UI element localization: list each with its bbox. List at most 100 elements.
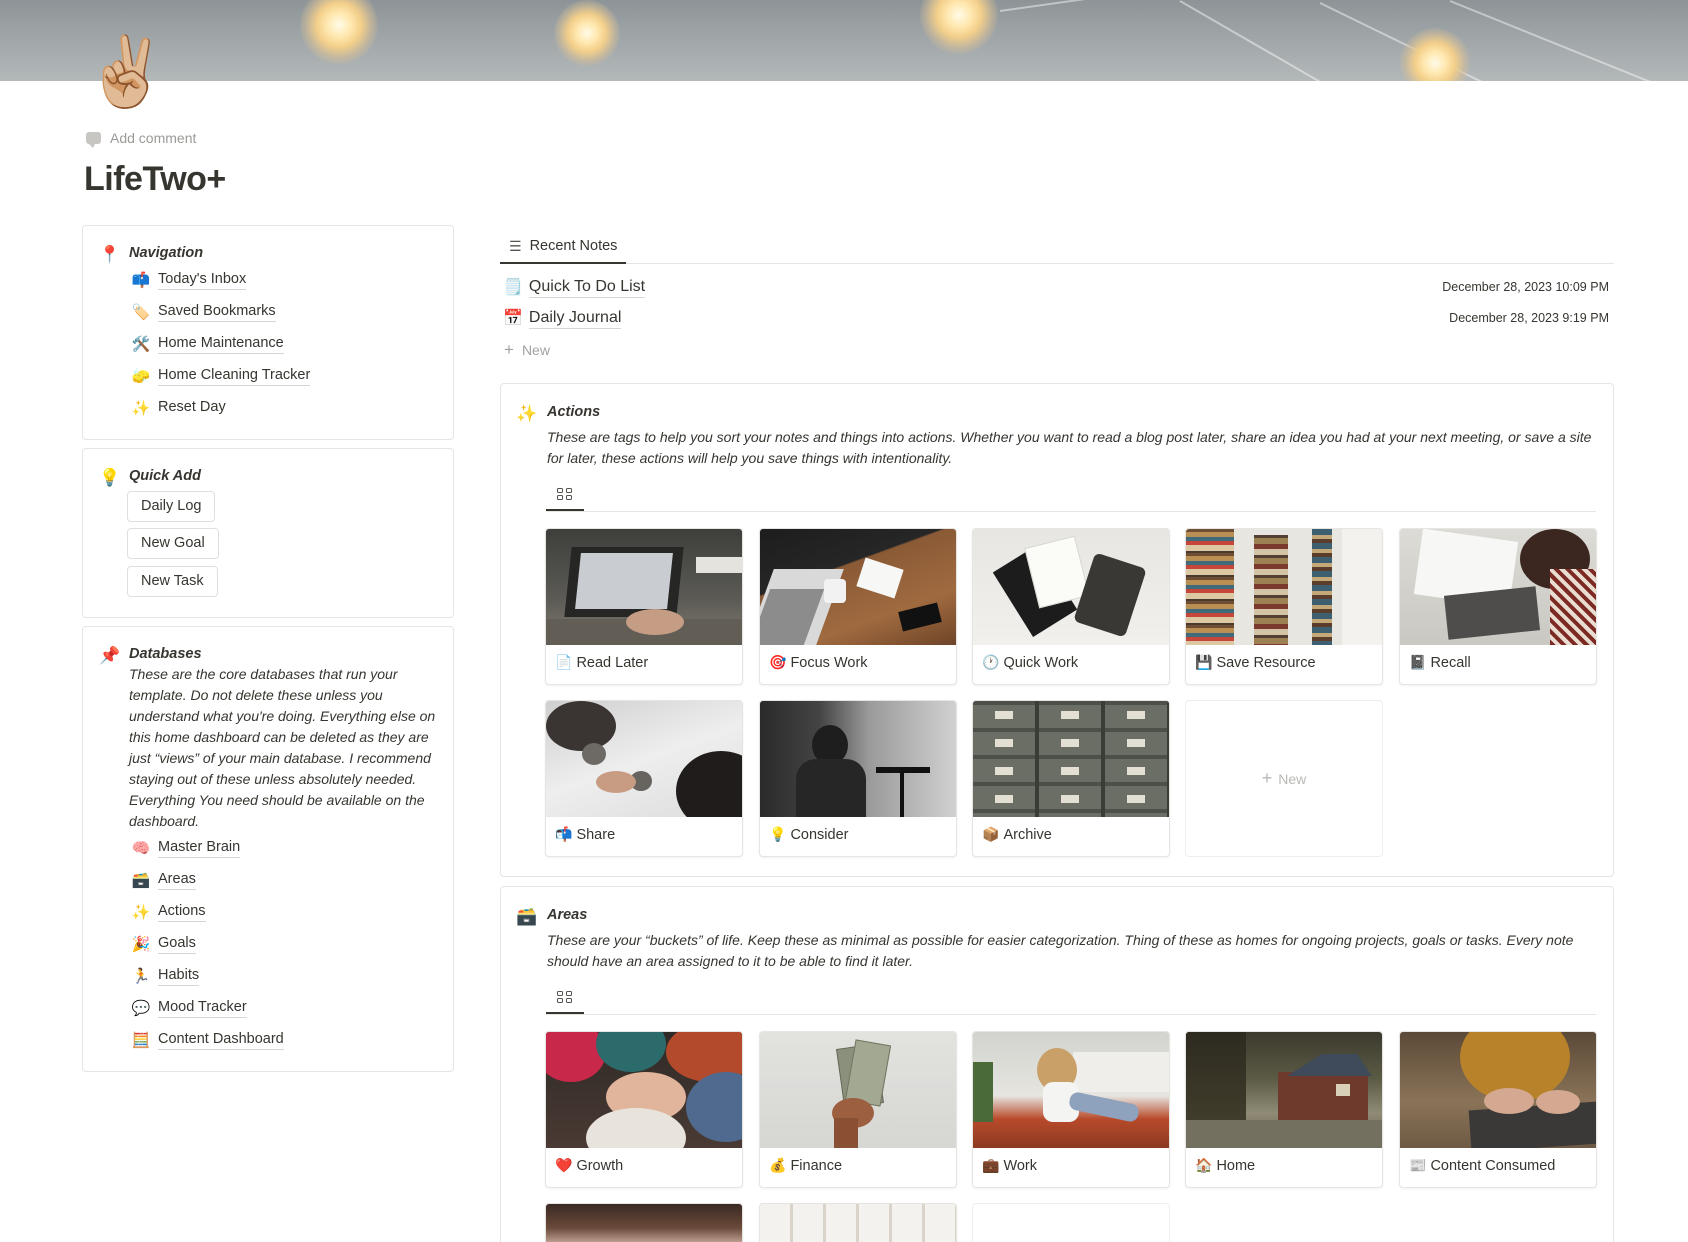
coffee-meeting-photo [546, 701, 742, 817]
new-note-button[interactable]: + New [504, 340, 550, 360]
nav-link-home-cleaning-tracker[interactable]: 🧽 Home Cleaning Tracker [131, 366, 311, 386]
areas-title: Areas [547, 907, 588, 923]
nav-link-home-maintenance[interactable]: 🛠️ Home Maintenance [131, 334, 284, 354]
file-drawers-photo [973, 701, 1169, 817]
page-cover [0, 0, 1688, 81]
card-read-later[interactable]: 📄 Read Later [545, 528, 743, 685]
note-title[interactable]: Daily Journal [528, 307, 622, 329]
pushpin-icon: 📌 [99, 646, 121, 665]
notebook-icon: 📓 [1409, 654, 1427, 670]
note-date: December 28, 2023 9:19 PM [1449, 311, 1609, 325]
team-hands-photo [546, 1032, 742, 1148]
gallery-icon [557, 487, 573, 500]
actions-description: These are tags to help you sort your not… [547, 429, 1592, 466]
plus-icon: + [504, 340, 514, 359]
daily-log-button[interactable]: Daily Log [127, 491, 216, 522]
woman-laptop-photo [973, 1032, 1169, 1148]
page-icon: 📄 [555, 654, 573, 670]
note-title[interactable]: Quick To Do List [528, 276, 646, 298]
tab-recent-notes[interactable]: ☰ Recent Notes [500, 230, 627, 264]
sparkles-icon: ✨ [131, 399, 151, 417]
card-consider[interactable]: 💡 Consider [759, 700, 957, 857]
nav-link-reset-day[interactable]: ✨ Reset Day [131, 398, 226, 417]
areas-view-divider [546, 1014, 1596, 1015]
db-link-actions[interactable]: ✨ Actions [131, 902, 206, 922]
newspaper-icon: 📰 [1409, 1157, 1427, 1173]
typing-photo [1400, 1032, 1596, 1148]
card-content-consumed[interactable]: 📰 Content Consumed [1399, 1031, 1597, 1188]
sparkles-icon: ✨ [131, 904, 151, 921]
card-save-resource[interactable]: 💾 Save Resource [1185, 528, 1383, 685]
briefcase-icon: 💼 [982, 1157, 1000, 1173]
sparkles-icon: ✨ [516, 404, 538, 423]
db-link-habits[interactable]: 🏃 Habits [131, 966, 200, 986]
card-archive[interactable]: 📦 Archive [972, 700, 1170, 857]
db-link-areas[interactable]: 🗃️ Areas [131, 870, 196, 890]
abacus-icon: 🧮 [131, 1032, 151, 1049]
sponge-icon: 🧽 [131, 368, 151, 385]
card-recall[interactable]: 📓 Recall [1399, 528, 1597, 685]
note-row[interactable]: 📅 Daily Journal December 28, 2023 9:19 PM [503, 307, 1609, 329]
actions-view-divider [546, 511, 1596, 512]
new-action-card-button[interactable]: + New [1185, 700, 1383, 857]
databases-description: These are the core databases that run yo… [129, 666, 436, 829]
actions-gallery-view-tab[interactable] [546, 478, 584, 511]
areas-description: These are your “buckets” of life. Keep t… [547, 932, 1574, 969]
card-file-box-icon: 🗃️ [516, 907, 538, 926]
calendar-icon: 📅 [503, 310, 523, 327]
page-icon[interactable]: ✌🏼 [84, 38, 169, 106]
new-task-button[interactable]: New Task [127, 566, 218, 597]
databases-title: Databases [129, 646, 202, 662]
nav-link-saved-bookmarks[interactable]: 🏷️ Saved Bookmarks [131, 302, 276, 322]
card-partial[interactable] [972, 1203, 1170, 1242]
label-tag-icon: 🏷️ [131, 304, 151, 321]
direct-hit-icon: 🎯 [769, 654, 787, 670]
card-growth[interactable]: ❤️ Growth [545, 1031, 743, 1188]
add-comment-button[interactable]: Add comment [86, 130, 196, 148]
db-link-master-brain[interactable]: 🧠 Master Brain [131, 838, 241, 858]
areas-gallery-view-tab[interactable] [546, 981, 584, 1014]
card-work[interactable]: 💼 Work [972, 1031, 1170, 1188]
db-link-mood-tracker[interactable]: 💬 Mood Tracker [131, 998, 247, 1018]
db-link-goals[interactable]: 🎉 Goals [131, 934, 196, 954]
brain-icon: 🧠 [131, 840, 151, 857]
house-photo [1186, 1032, 1382, 1148]
card-share[interactable]: 📬 Share [545, 700, 743, 857]
gallery-icon [557, 990, 573, 1003]
runner-icon: 🏃 [131, 968, 151, 985]
mailbox-icon: 📬 [555, 826, 573, 842]
bookshelf-photo [1186, 529, 1382, 645]
floppy-disk-icon: 💾 [1195, 654, 1213, 670]
party-popper-icon: 🎉 [131, 936, 151, 953]
actions-title: Actions [547, 404, 601, 420]
round-pushpin-icon: 📍 [99, 245, 121, 264]
lightbulb-icon: 💡 [99, 468, 121, 487]
recent-notes-tabs: ☰ Recent Notes [500, 230, 1614, 264]
card-home[interactable]: 🏠 Home [1185, 1031, 1383, 1188]
writing-photo [1400, 529, 1596, 645]
house-icon: 🏠 [1195, 1157, 1213, 1173]
lightbulb-icon: 💡 [769, 826, 787, 842]
card-focus-work[interactable]: 🎯 Focus Work [759, 528, 957, 685]
note-row[interactable]: 🗒️ Quick To Do List December 28, 2023 10:… [503, 276, 1609, 298]
partial-photo [760, 1204, 956, 1242]
nav-link-todays-inbox[interactable]: 📫 Today's Inbox [131, 270, 247, 290]
clock-icon: 🕐 [982, 654, 1000, 670]
quick-add-title: Quick Add [129, 468, 201, 484]
db-link-content-dashboard[interactable]: 🧮 Content Dashboard [131, 1030, 284, 1050]
card-finance[interactable]: 💰 Finance [759, 1031, 957, 1188]
laptop-photo [546, 529, 742, 645]
mailbox-icon: 📫 [131, 272, 151, 289]
partial-photo [546, 1204, 742, 1242]
tools-icon: 🛠️ [131, 336, 151, 353]
new-goal-button[interactable]: New Goal [127, 528, 219, 559]
red-heart-icon: ❤️ [555, 1157, 573, 1173]
plus-icon: + [1261, 768, 1273, 788]
navigation-title: Navigation [129, 245, 204, 261]
card-partial[interactable] [545, 1203, 743, 1242]
card-quick-work[interactable]: 🕐 Quick Work [972, 528, 1170, 685]
comment-icon [86, 132, 101, 148]
card-partial[interactable] [759, 1203, 957, 1242]
thinking-man-photo [760, 701, 956, 817]
notebook-photo [973, 529, 1169, 645]
